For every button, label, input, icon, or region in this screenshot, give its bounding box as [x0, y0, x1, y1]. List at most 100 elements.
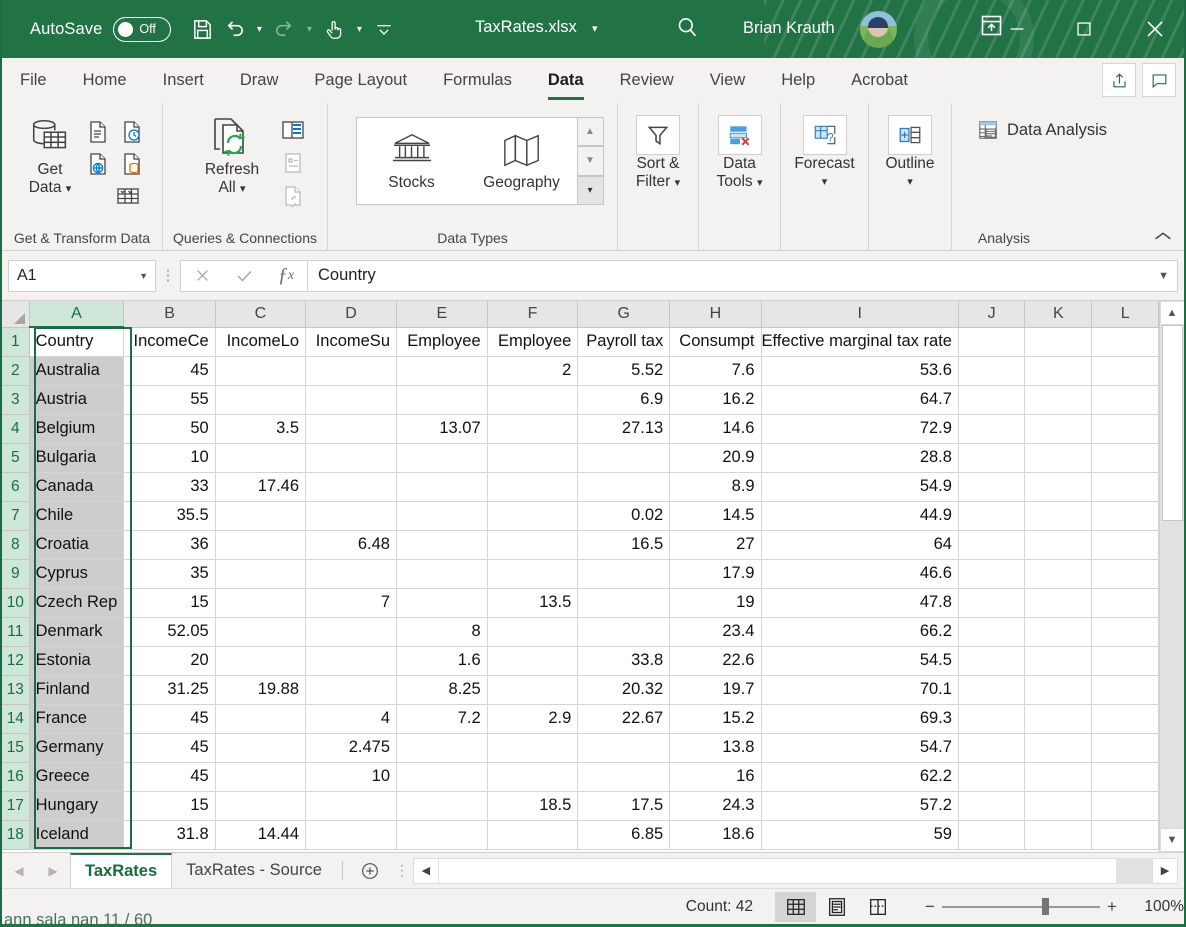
- cell-A6[interactable]: Canada: [29, 472, 124, 501]
- vertical-scrollbar[interactable]: ▲ ▼: [1159, 301, 1184, 852]
- cell-J11[interactable]: [958, 617, 1024, 646]
- row-header-7[interactable]: 7: [2, 501, 29, 530]
- name-box[interactable]: A1 ▼: [8, 260, 156, 292]
- from-text-csv-icon[interactable]: [83, 117, 113, 147]
- cell-F1[interactable]: Employee: [487, 327, 578, 356]
- cell-J13[interactable]: [958, 675, 1024, 704]
- data-analysis-button[interactable]: Data Analysis: [967, 113, 1117, 147]
- cell-E7[interactable]: [397, 501, 488, 530]
- cell-K14[interactable]: [1025, 704, 1092, 733]
- zoom-in-button[interactable]: +: [1100, 897, 1124, 917]
- cell-F2[interactable]: 2: [487, 356, 578, 385]
- cell-F15[interactable]: [487, 733, 578, 762]
- cell-I4[interactable]: 72.9: [761, 414, 958, 443]
- cell-E10[interactable]: [397, 588, 488, 617]
- cell-A1[interactable]: Country: [29, 327, 124, 356]
- gallery-more-icon[interactable]: ▾: [578, 176, 604, 205]
- cell-C1[interactable]: IncomeLo: [215, 327, 305, 356]
- cell-F18[interactable]: [487, 820, 578, 849]
- cell-A13[interactable]: Finland: [29, 675, 124, 704]
- cell-E9[interactable]: [397, 559, 488, 588]
- cell-I3[interactable]: 64.7: [761, 385, 958, 414]
- scroll-right-icon[interactable]: ▶: [1152, 858, 1178, 884]
- cell-A4[interactable]: Belgium: [29, 414, 124, 443]
- row-header-4[interactable]: 4: [2, 414, 29, 443]
- cell-F10[interactable]: 13.5: [487, 588, 578, 617]
- cell-H8[interactable]: 27: [670, 530, 761, 559]
- row-header-3[interactable]: 3: [2, 385, 29, 414]
- undo-icon[interactable]: [219, 12, 249, 46]
- row-header-9[interactable]: 9: [2, 559, 29, 588]
- from-table-range-icon[interactable]: [117, 149, 147, 179]
- vertical-scroll-track[interactable]: [1160, 325, 1185, 828]
- cell-G18[interactable]: 6.85: [578, 820, 670, 849]
- touch-mode-caret-icon[interactable]: ▾: [351, 12, 367, 46]
- cell-B11[interactable]: 52.05: [124, 617, 215, 646]
- cell-C4[interactable]: 3.5: [215, 414, 305, 443]
- cell-K6[interactable]: [1025, 472, 1092, 501]
- name-box-caret-icon[interactable]: ▼: [139, 271, 148, 281]
- cell-L8[interactable]: [1092, 530, 1159, 559]
- cell-H1[interactable]: Consumpt: [670, 327, 761, 356]
- cell-L9[interactable]: [1092, 559, 1159, 588]
- cell-H15[interactable]: 13.8: [670, 733, 761, 762]
- cell-G6[interactable]: [578, 472, 670, 501]
- cell-B9[interactable]: 35: [124, 559, 215, 588]
- cell-D6[interactable]: [306, 472, 397, 501]
- cell-K13[interactable]: [1025, 675, 1092, 704]
- cell-L2[interactable]: [1092, 356, 1159, 385]
- cell-B7[interactable]: 35.5: [124, 501, 215, 530]
- column-header-k[interactable]: K: [1025, 301, 1092, 327]
- cell-E8[interactable]: [397, 530, 488, 559]
- cell-L17[interactable]: [1092, 791, 1159, 820]
- scroll-left-icon[interactable]: ◀: [413, 858, 439, 884]
- tab-insert[interactable]: Insert: [145, 58, 222, 103]
- tab-file[interactable]: File: [2, 58, 65, 103]
- cell-H14[interactable]: 15.2: [670, 704, 761, 733]
- undo-dropdown-caret-icon[interactable]: ▾: [251, 12, 267, 46]
- cell-L1[interactable]: [1092, 327, 1159, 356]
- cell-B6[interactable]: 33: [124, 472, 215, 501]
- cell-L14[interactable]: [1092, 704, 1159, 733]
- tab-data[interactable]: Data: [530, 58, 602, 103]
- cell-A10[interactable]: Czech Rep: [29, 588, 124, 617]
- page-layout-view-icon[interactable]: [816, 892, 857, 922]
- cell-C10[interactable]: [215, 588, 305, 617]
- cell-L16[interactable]: [1092, 762, 1159, 791]
- cell-D5[interactable]: [306, 443, 397, 472]
- cell-L15[interactable]: [1092, 733, 1159, 762]
- cell-F9[interactable]: [487, 559, 578, 588]
- add-sheet-icon[interactable]: [349, 853, 391, 888]
- cell-J1[interactable]: [958, 327, 1024, 356]
- tab-view[interactable]: View: [692, 58, 763, 103]
- column-header-d[interactable]: D: [306, 301, 397, 327]
- normal-view-icon[interactable]: [775, 892, 816, 922]
- cell-E13[interactable]: 8.25: [397, 675, 488, 704]
- cell-E2[interactable]: [397, 356, 488, 385]
- cell-D8[interactable]: 6.48: [306, 530, 397, 559]
- zoom-level-label[interactable]: 100%: [1128, 898, 1184, 916]
- cell-K7[interactable]: [1025, 501, 1092, 530]
- horizontal-scrollbar[interactable]: ◀ ▶: [413, 853, 1184, 888]
- insert-function-icon[interactable]: ƒx: [265, 261, 307, 291]
- sort-filter-button[interactable]: Sort & Filter ▾: [618, 109, 698, 192]
- select-all-corner[interactable]: [2, 301, 29, 327]
- row-header-18[interactable]: 18: [2, 820, 29, 849]
- column-header-j[interactable]: J: [958, 301, 1024, 327]
- tab-page-layout[interactable]: Page Layout: [296, 58, 425, 103]
- cell-G3[interactable]: 6.9: [578, 385, 670, 414]
- cell-E4[interactable]: 13.07: [397, 414, 488, 443]
- cancel-icon[interactable]: [181, 261, 223, 291]
- stocks-button[interactable]: Stocks: [357, 130, 467, 192]
- cell-D4[interactable]: [306, 414, 397, 443]
- cell-E15[interactable]: [397, 733, 488, 762]
- cell-C3[interactable]: [215, 385, 305, 414]
- row-header-17[interactable]: 17: [2, 791, 29, 820]
- cell-I7[interactable]: 44.9: [761, 501, 958, 530]
- column-header-a[interactable]: A: [29, 301, 124, 327]
- cell-C18[interactable]: 14.44: [215, 820, 305, 849]
- cell-A12[interactable]: Estonia: [29, 646, 124, 675]
- cell-I5[interactable]: 28.8: [761, 443, 958, 472]
- cell-L6[interactable]: [1092, 472, 1159, 501]
- cell-H4[interactable]: 14.6: [670, 414, 761, 443]
